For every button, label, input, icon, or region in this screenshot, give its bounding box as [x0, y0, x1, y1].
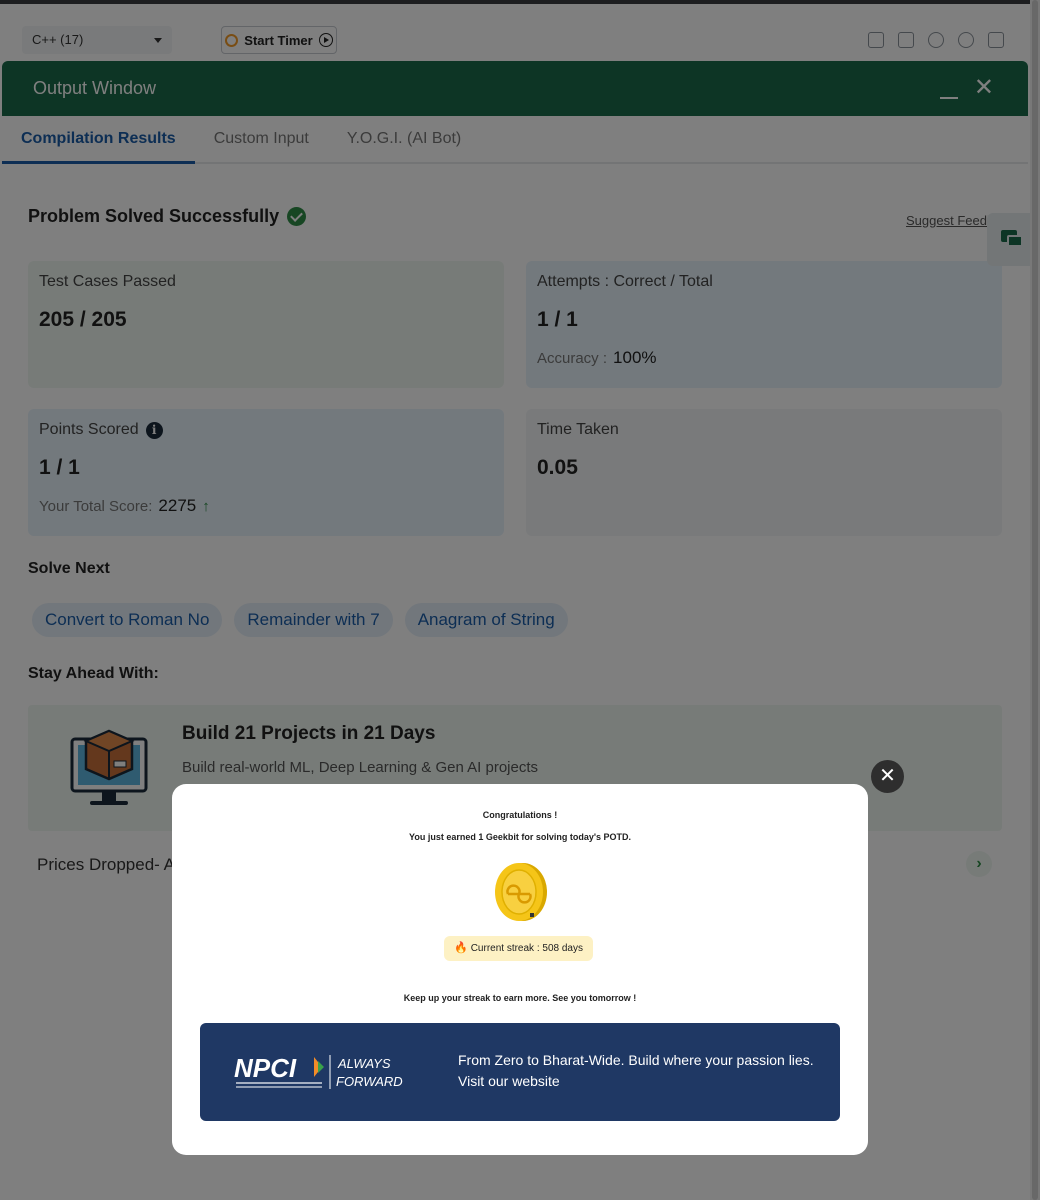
modal-subtitle: You just earned 1 Geekbit for solving to… [408, 832, 632, 842]
modal-title: Congratulations ! [482, 810, 558, 820]
streak-badge: 🔥 Current streak : 508 days [444, 936, 593, 961]
npci-tagline-line1: ALWAYS [337, 1056, 391, 1071]
geekbit-modal: Congratulations ! You just earned 1 Geek… [172, 784, 868, 1155]
modal-close-button[interactable]: ✕ [871, 760, 904, 793]
npci-logo: NPCI ALWAYS FORWARD [234, 1053, 403, 1089]
fire-icon: 🔥 [454, 942, 468, 954]
npci-logo-text: NPCI [234, 1053, 297, 1083]
ad-text: From Zero to Bharat-Wide. Build where yo… [458, 1052, 814, 1089]
geekbit-coin-icon [495, 863, 547, 921]
npci-tagline-line2: FORWARD [336, 1074, 403, 1089]
streak-text: Current streak : 508 days [470, 943, 583, 954]
modal-footer-text: Keep up your streak to earn more. See yo… [403, 993, 637, 1003]
npci-ad-banner[interactable]: NPCI ALWAYS FORWARD From Zero to Bharat-… [200, 1023, 840, 1121]
